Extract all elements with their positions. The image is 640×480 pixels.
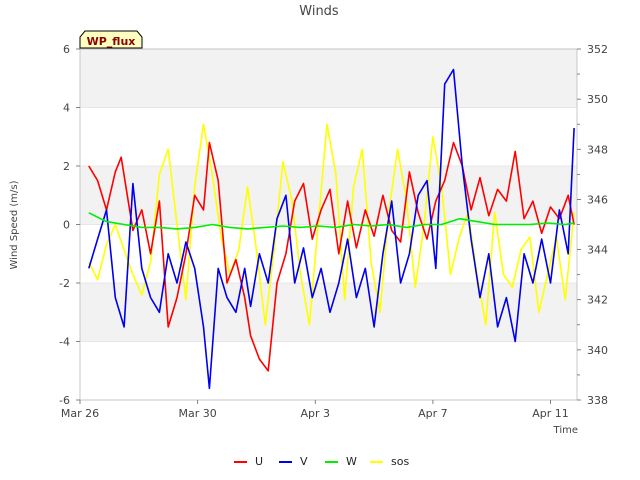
y-tick-label: 0 [63, 219, 70, 232]
y2-tick-label: 352 [587, 43, 608, 56]
chart-title: Winds [299, 4, 339, 19]
x-axis: Mar 26 Mar 30 Apr 3 Apr 7 Apr 11 [61, 400, 569, 420]
x-tick-label: Apr 11 [532, 407, 569, 420]
y-tick-label: 2 [63, 160, 70, 173]
x-axis-label: Time [553, 425, 578, 436]
y2-tick-label: 348 [587, 143, 608, 156]
y-axis-left: -6 -4 -2 0 2 4 6 [59, 43, 80, 407]
y-axis-right: 338 340 342 344 346 348 350 352 [577, 43, 608, 407]
y2-tick-label: 350 [587, 93, 608, 106]
winds-chart: Winds -6 -4 -2 0 2 4 6 338 340 342 344 346 348 350 35… [9, 4, 608, 468]
site-badge-label: WP_flux [87, 35, 136, 48]
y-axis-label: Wind Speed (m/s) [9, 180, 20, 269]
y-tick-label: 6 [63, 43, 70, 56]
legend-label-W: W [346, 455, 357, 468]
y2-tick-label: 344 [587, 244, 608, 257]
y2-tick-label: 338 [587, 394, 608, 407]
plot-band [80, 341, 577, 400]
y2-tick-label: 346 [587, 193, 608, 206]
x-tick-label: Mar 30 [179, 407, 217, 420]
x-tick-label: Apr 3 [301, 407, 331, 420]
legend-label-sos: sos [391, 455, 409, 468]
plot-band [80, 49, 577, 108]
y-tick-label: -2 [59, 277, 70, 290]
legend: U V Wsos [234, 455, 409, 468]
x-tick-label: Apr 7 [418, 407, 448, 420]
y-tick-label: -6 [59, 394, 70, 407]
y2-tick-label: 340 [587, 344, 608, 357]
y-tick-label: 4 [63, 102, 70, 115]
y2-tick-label: 342 [587, 294, 608, 307]
x-tick-label: Mar 26 [61, 407, 99, 420]
legend-label-V: V [300, 455, 308, 468]
y-tick-label: -4 [59, 336, 70, 349]
site-badge: WP_flux [79, 30, 143, 49]
legend-label-U: U [255, 455, 263, 468]
